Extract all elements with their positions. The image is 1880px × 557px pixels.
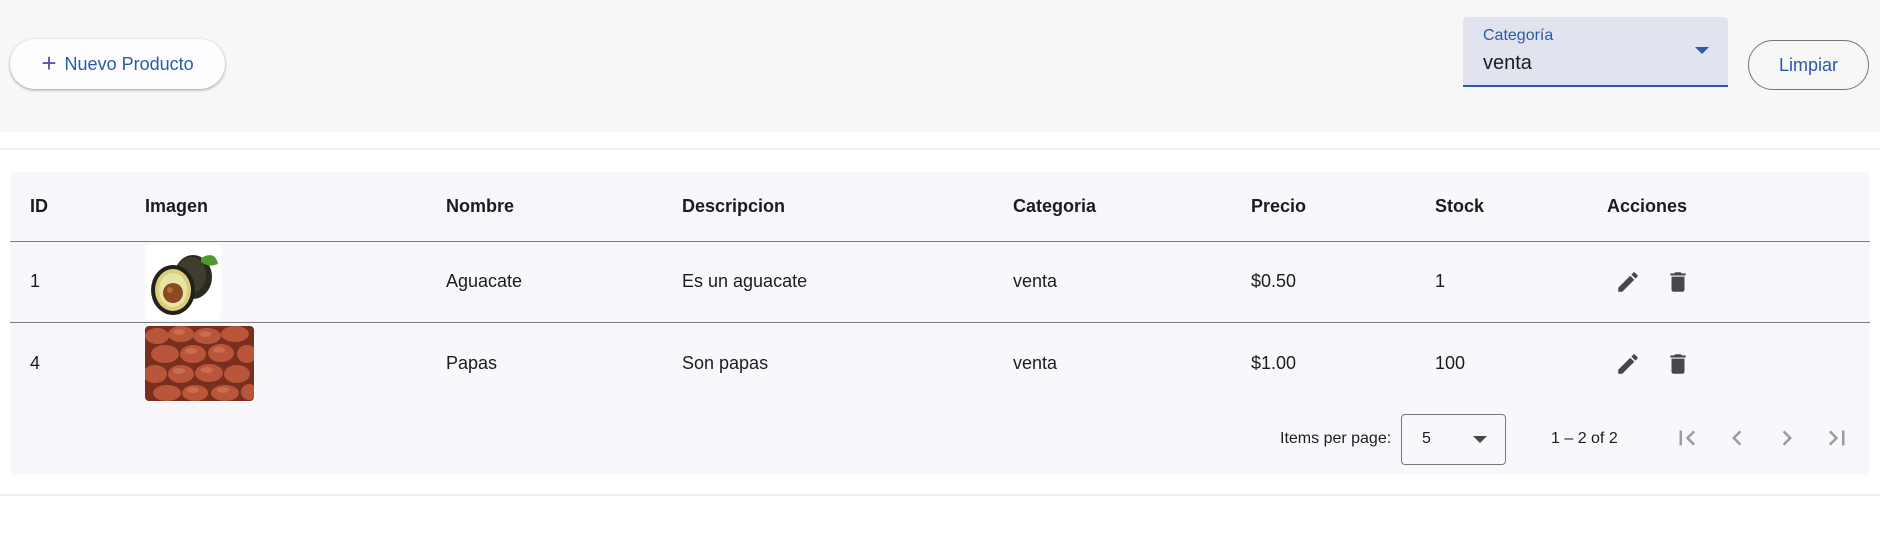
dropdown-arrow-icon <box>1473 436 1487 443</box>
actions-cell <box>1607 323 1691 404</box>
clear-button[interactable]: Limpiar <box>1748 40 1869 90</box>
table-row: 1 Aguacate Es un aguacate venta $0.50 1 <box>10 241 1870 323</box>
table-header-row: ID Imagen Nombre Descripcion Categoria P… <box>10 172 1870 242</box>
divider <box>0 494 1880 496</box>
cell-description: Es un aguacate <box>682 271 808 291</box>
chevron-right-icon[interactable] <box>1772 423 1802 453</box>
last-page-icon[interactable] <box>1822 423 1852 453</box>
trash-icon[interactable] <box>1665 351 1691 377</box>
first-page-icon[interactable] <box>1672 423 1702 453</box>
cell-stock: 100 <box>1435 353 1466 373</box>
cell-price: $1.00 <box>1251 353 1297 373</box>
cell-id: 1 <box>30 271 41 291</box>
page-size-value: 5 <box>1422 430 1431 447</box>
new-product-label: Nuevo Producto <box>64 53 194 74</box>
new-product-button[interactable]: + Nuevo Producto <box>10 39 225 89</box>
clear-button-label: Limpiar <box>1778 54 1839 75</box>
category-select-value: venta <box>1483 52 1532 74</box>
divider <box>0 148 1880 150</box>
column-header-actions: Acciones <box>1607 196 1688 216</box>
chevron-left-icon[interactable] <box>1722 423 1752 453</box>
items-per-page-label: Items per page: <box>1280 430 1392 447</box>
page-size-select[interactable]: 5 <box>1401 414 1506 465</box>
paginator: Items per page: 5 1 – 2 of 2 <box>10 404 1870 475</box>
toolbar: + Nuevo Producto Categoría venta Limpiar <box>0 0 1880 132</box>
column-header-description[interactable]: Descripcion <box>682 172 785 241</box>
category-select[interactable]: Categoría venta <box>1463 17 1728 87</box>
table-row: 4 Papas Son papas venta $1.00 100 <box>10 323 1870 404</box>
pencil-icon[interactable] <box>1615 269 1641 295</box>
column-header-price[interactable]: Precio <box>1251 172 1306 241</box>
category-select-label: Categoría <box>1483 27 1554 44</box>
cell-stock: 1 <box>1435 271 1446 291</box>
column-header-name[interactable]: Nombre <box>446 172 514 241</box>
cell-name: Aguacate <box>446 271 523 291</box>
products-table: ID Imagen Nombre Descripcion Categoria P… <box>10 172 1870 475</box>
plus-icon: + <box>41 48 57 78</box>
column-header-image[interactable]: Imagen <box>145 172 208 241</box>
dropdown-arrow-icon <box>1695 47 1709 54</box>
cell-category: venta <box>1013 353 1058 373</box>
cell-category: venta <box>1013 271 1058 291</box>
cell-name: Papas <box>446 353 498 373</box>
pencil-icon[interactable] <box>1615 351 1641 377</box>
actions-cell <box>1607 241 1691 322</box>
column-header-stock[interactable]: Stock <box>1435 172 1484 241</box>
cell-price: $0.50 <box>1251 271 1297 291</box>
trash-icon[interactable] <box>1665 269 1691 295</box>
column-header-id[interactable]: ID <box>30 172 48 241</box>
avocado-image <box>145 241 221 322</box>
column-header-category[interactable]: Categoria <box>1013 172 1096 241</box>
cell-description: Son papas <box>682 353 769 373</box>
range-label: 1 – 2 of 2 <box>1551 430 1618 447</box>
potatoes-image <box>145 323 254 404</box>
cell-id: 4 <box>30 353 41 373</box>
